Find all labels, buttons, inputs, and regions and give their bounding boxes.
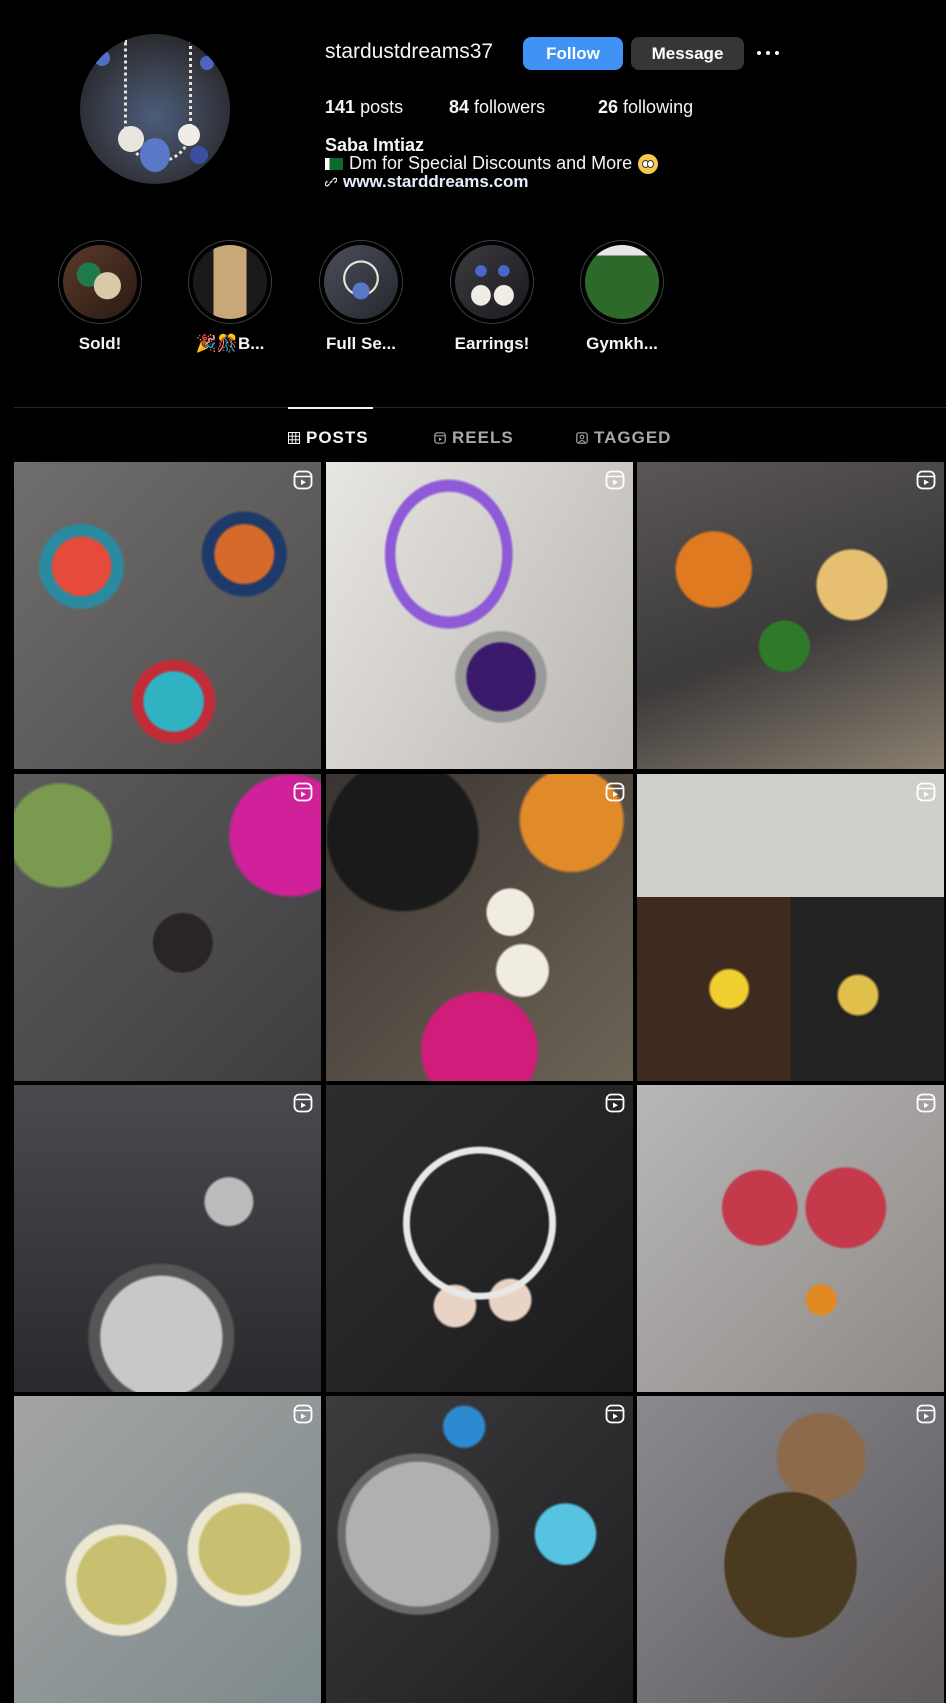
tab-reels-label: REELS [452, 428, 514, 447]
highlight-thumbnail [63, 245, 137, 319]
reel-icon [916, 1093, 936, 1113]
post-thumbnail[interactable] [14, 462, 321, 769]
followers-count-label: followers [474, 97, 546, 117]
message-button[interactable]: Message [631, 37, 744, 70]
post-thumbnail[interactable] [14, 1085, 321, 1392]
tab-reels[interactable]: REELS [434, 428, 514, 448]
post-thumbnail[interactable] [637, 774, 944, 1081]
tagged-icon [576, 432, 588, 444]
followers-count[interactable]: 84 followers [449, 97, 545, 118]
reel-icon [916, 1404, 936, 1424]
highlight-thumbnail [585, 245, 659, 319]
reel-icon [916, 782, 936, 802]
flushed-face-emoji-icon [638, 153, 659, 174]
posts-count: 141 posts [325, 97, 403, 118]
profile-username: stardustdreams37 [325, 40, 494, 63]
grid-icon [288, 432, 300, 444]
posts-count-label: posts [360, 97, 404, 117]
highlight-gymkhana[interactable]: Gymkh... [580, 240, 664, 354]
link-icon [325, 177, 337, 187]
reel-icon [605, 470, 625, 490]
highlight-sold[interactable]: Sold! [58, 240, 142, 354]
highlight-thumbnail [455, 245, 529, 319]
posts-count-value: 141 [325, 97, 356, 117]
highlight-thumbnail [193, 245, 267, 319]
reels-icon [434, 432, 446, 444]
reel-icon [605, 1404, 625, 1424]
reel-icon [293, 1404, 313, 1424]
post-thumbnail[interactable] [14, 774, 321, 1081]
highlight-thumbnail [324, 245, 398, 319]
profile-avatar[interactable] [80, 34, 230, 184]
highlight-label: Gymkh... [586, 334, 658, 353]
tab-tagged-label: TAGGED [594, 428, 672, 447]
post-thumbnail[interactable] [637, 1396, 944, 1703]
highlight-label: Full Se... [326, 334, 396, 353]
post-thumbnail[interactable] [637, 462, 944, 769]
highlight-b[interactable]: 🎉🎊B... [188, 240, 272, 354]
post-thumbnail[interactable] [637, 1085, 944, 1392]
highlight-label: 🎉🎊B... [195, 334, 265, 353]
reel-icon [293, 782, 313, 802]
post-thumbnail[interactable] [326, 462, 633, 769]
post-thumbnail[interactable] [14, 1396, 321, 1703]
reel-icon [605, 782, 625, 802]
reel-icon [605, 1093, 625, 1113]
tab-posts[interactable]: POSTS [288, 428, 369, 448]
post-thumbnail[interactable] [326, 1396, 633, 1703]
post-thumbnail[interactable] [326, 1085, 633, 1392]
highlight-label: Earrings! [454, 334, 530, 353]
tab-posts-label: POSTS [306, 428, 369, 447]
following-count[interactable]: 26 following [598, 97, 693, 118]
tabs-divider [14, 407, 946, 408]
post-thumbnail[interactable] [326, 774, 633, 1081]
highlight-label: Sold! [78, 334, 122, 353]
profile-website-link[interactable]: www.starddreams.com [325, 172, 529, 192]
profile-bio: Dm for Special Discounts and More [325, 153, 659, 174]
reel-icon [916, 470, 936, 490]
reel-icon [293, 470, 313, 490]
highlight-full-set[interactable]: Full Se... [319, 240, 403, 354]
website-text: www.starddreams.com [343, 172, 529, 191]
active-tab-indicator [288, 407, 373, 409]
highlight-earrings[interactable]: Earrings! [450, 240, 534, 354]
pakistan-flag-icon [325, 157, 343, 170]
followers-count-value: 84 [449, 97, 470, 117]
following-count-label: following [623, 97, 694, 117]
bio-text: Dm for Special Discounts and More [349, 153, 633, 173]
reel-icon [293, 1093, 313, 1113]
tab-tagged[interactable]: TAGGED [576, 428, 671, 448]
more-options-icon[interactable] [757, 38, 779, 68]
follow-button[interactable]: Follow [523, 37, 623, 70]
following-count-value: 26 [598, 97, 619, 117]
